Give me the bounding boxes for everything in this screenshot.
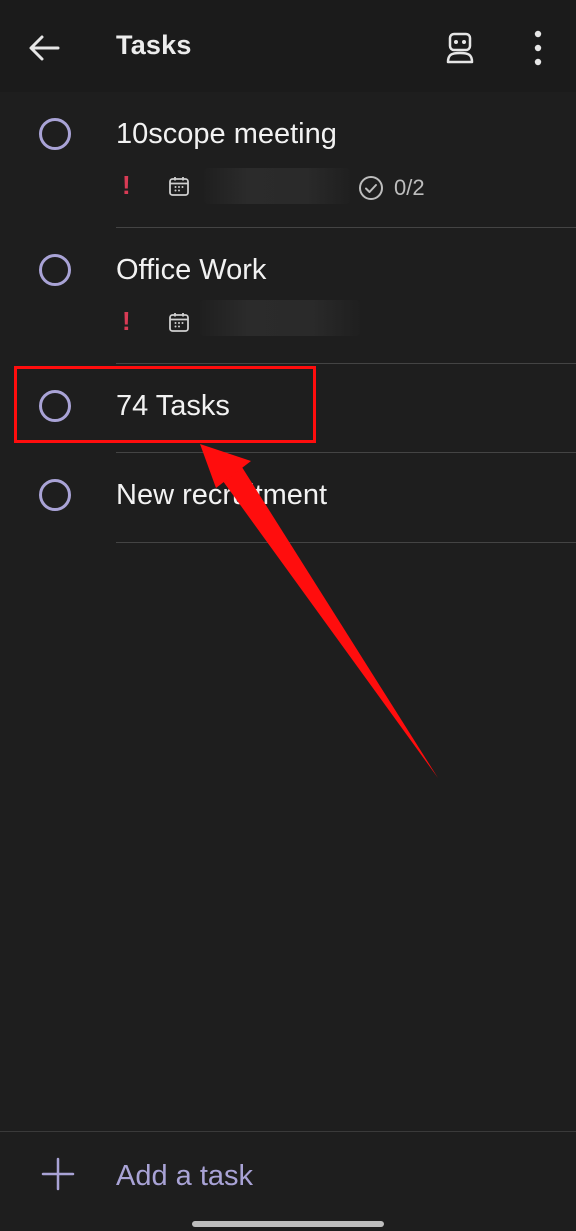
- assistant-button[interactable]: [440, 28, 480, 68]
- task-item[interactable]: Office Work !: [0, 228, 576, 364]
- complete-task-checkbox[interactable]: [39, 254, 71, 286]
- task-item[interactable]: 10scope meeting ! 0/2: [0, 92, 576, 228]
- steps-count: 0/2: [394, 175, 425, 200]
- add-task-label: Add a task: [116, 1160, 254, 1192]
- add-task-button[interactable]: Add a task: [0, 1132, 576, 1222]
- task-name: New recruitment: [116, 479, 328, 511]
- arrow-left-icon: [29, 35, 60, 61]
- calendar-icon: [169, 177, 189, 196]
- robot-icon: [446, 32, 474, 64]
- complete-task-checkbox[interactable]: [39, 479, 71, 511]
- importance-icon: !: [122, 306, 131, 336]
- back-button[interactable]: [24, 28, 64, 68]
- more-options-button[interactable]: [520, 26, 556, 70]
- task-name: 74 Tasks: [116, 390, 230, 422]
- check-circle-icon: [359, 176, 383, 200]
- complete-task-checkbox[interactable]: [39, 118, 71, 150]
- importance-icon: !: [122, 170, 131, 200]
- divider: [116, 542, 576, 543]
- more-vertical-icon: [534, 30, 542, 66]
- app-bar: Tasks: [0, 0, 576, 92]
- complete-task-checkbox[interactable]: [39, 390, 71, 422]
- task-item[interactable]: New recruitment: [0, 453, 576, 543]
- task-name: Office Work: [116, 254, 267, 286]
- redacted-due-date: [200, 300, 360, 336]
- page-title: Tasks: [116, 30, 192, 60]
- plus-icon: [41, 1157, 75, 1191]
- redacted-due-date: [204, 168, 350, 204]
- home-indicator[interactable]: [192, 1221, 384, 1227]
- calendar-icon: [169, 313, 189, 332]
- task-name: 10scope meeting: [116, 118, 337, 150]
- task-item[interactable]: 74 Tasks: [0, 364, 576, 453]
